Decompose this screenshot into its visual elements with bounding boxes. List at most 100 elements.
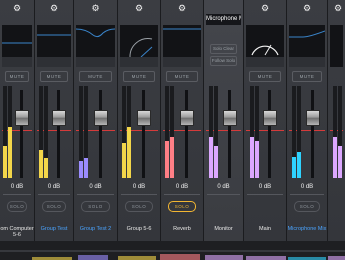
divider (77, 194, 114, 195)
fader-track (311, 90, 314, 178)
fader-area (2, 86, 32, 178)
gain-value: 0 dB (258, 184, 272, 190)
fader-area (330, 86, 343, 178)
channel-strip: ⚙ (328, 0, 345, 241)
eq-display[interactable] (37, 25, 71, 67)
level-meter-right (297, 86, 301, 178)
gain-value: 0 dB (175, 184, 189, 190)
solo-button[interactable]: SOLO (81, 201, 110, 212)
eq-display[interactable] (289, 25, 325, 67)
channel-strip: Microphone Mix Solo Clear Follow Solo 0 … (204, 0, 244, 241)
level-meter-right (255, 86, 259, 178)
level-meter-left (122, 86, 126, 178)
level-meter-left (3, 86, 7, 178)
solo-button[interactable]: SOLO (168, 201, 196, 212)
mute-button[interactable]: MUTE (123, 71, 155, 82)
channel-name[interactable]: Microphone Mix (287, 226, 327, 232)
eq-display[interactable] (2, 25, 32, 67)
fader-knob[interactable] (52, 110, 66, 126)
fader-track (20, 90, 23, 178)
fader-area (289, 86, 325, 178)
level-meter-left (79, 86, 83, 178)
mute-button[interactable]: MUTE (166, 71, 198, 82)
mute-button[interactable]: MUTE (79, 71, 112, 82)
fader-knob[interactable] (306, 110, 320, 126)
gear-icon[interactable]: ⚙ (49, 3, 59, 13)
gear-icon[interactable]: ⚙ (333, 3, 343, 13)
follow-solo-button[interactable]: Follow Solo (210, 56, 237, 66)
channel-name[interactable]: om Computer 5-6 (0, 226, 34, 238)
level-meter-left (292, 86, 296, 178)
mute-button[interactable]: MUTE (292, 71, 322, 82)
channel-strip: ⚙ MUTE 0 dB SOLO Microphone Mix (287, 0, 328, 241)
gain-value: 0 dB (300, 184, 314, 190)
eq-display[interactable] (76, 25, 115, 67)
solo-button[interactable]: SOLO (7, 201, 27, 212)
solo-button[interactable]: SOLO (294, 201, 320, 212)
channel-name[interactable]: Reverb (161, 226, 203, 232)
waveform-overview[interactable] (0, 241, 345, 260)
mute-button[interactable]: MUTE (40, 71, 68, 82)
gear-icon[interactable]: ⚙ (302, 3, 312, 13)
mute-button[interactable]: MUTE (5, 71, 29, 82)
fader-area (76, 86, 115, 178)
gear-icon[interactable]: ⚙ (260, 3, 270, 13)
gain-value: 0 dB (10, 184, 24, 190)
gear-icon[interactable]: ⚙ (177, 3, 187, 13)
fader-knob[interactable] (15, 110, 29, 126)
level-meter-right (170, 86, 174, 178)
fader-knob[interactable] (263, 110, 277, 126)
channel-name[interactable]: Group Test 2 (74, 226, 117, 232)
level-meter-right (44, 86, 48, 178)
fader-area (246, 86, 284, 178)
channel-name[interactable]: Group 5-6 (118, 226, 160, 232)
gear-icon[interactable]: ⚙ (134, 3, 144, 13)
fader-track (99, 90, 102, 178)
channel-name-line2: 5-6 (13, 232, 21, 238)
level-meter-right (214, 86, 218, 178)
level-meter-left (333, 86, 337, 178)
eq-display[interactable] (163, 25, 201, 67)
divider (290, 194, 324, 195)
eq-display[interactable] (120, 25, 158, 67)
fader-area (37, 86, 71, 178)
channel-strip: ⚙ MUTE 0 dB SOLO Group Test (35, 0, 74, 241)
fader-knob[interactable] (223, 110, 237, 126)
eq-display[interactable] (246, 25, 284, 67)
fader-track (142, 90, 145, 178)
divider (121, 194, 157, 195)
channel-strip: ⚙ MUTE 0 dB SOLO om Computer 5-6 (0, 0, 35, 241)
fader-track (228, 90, 231, 178)
gear-icon[interactable]: ⚙ (12, 3, 22, 13)
fader-knob[interactable] (137, 110, 151, 126)
mute-button[interactable]: MUTE (249, 71, 281, 82)
gear-icon[interactable]: ⚙ (91, 3, 101, 13)
gain-value: 0 dB (47, 184, 61, 190)
level-meter-right (338, 86, 342, 178)
solo-button[interactable]: SOLO (42, 201, 66, 212)
channel-name[interactable]: Group Test (35, 226, 73, 232)
level-meter-left (39, 86, 43, 178)
divider (38, 194, 70, 195)
channel-strip: ⚙ MUTE 0 dB SOLO Group 5-6 (118, 0, 161, 241)
fader-area (120, 86, 158, 178)
level-meter-left (209, 86, 213, 178)
level-meter-right (84, 86, 88, 178)
channel-name[interactable]: Monitor (204, 226, 243, 232)
divider (207, 194, 240, 195)
channel-strip: ⚙ MUTE 0 dB Main (244, 0, 287, 241)
mix-title: Microphone Mix (206, 14, 241, 25)
eq-display[interactable] (330, 25, 343, 67)
divider (247, 194, 283, 195)
divider (164, 194, 200, 195)
fader-knob[interactable] (94, 110, 108, 126)
fader-knob[interactable] (180, 110, 194, 126)
channel-name[interactable]: Main (244, 226, 286, 232)
gain-value: 0 dB (132, 184, 146, 190)
fader-area (163, 86, 201, 178)
solo-clear-button[interactable]: Solo Clear (210, 44, 237, 54)
fader-area (206, 86, 241, 178)
level-meter-left (250, 86, 254, 178)
fader-track (268, 90, 271, 178)
solo-button[interactable]: SOLO (125, 201, 153, 212)
